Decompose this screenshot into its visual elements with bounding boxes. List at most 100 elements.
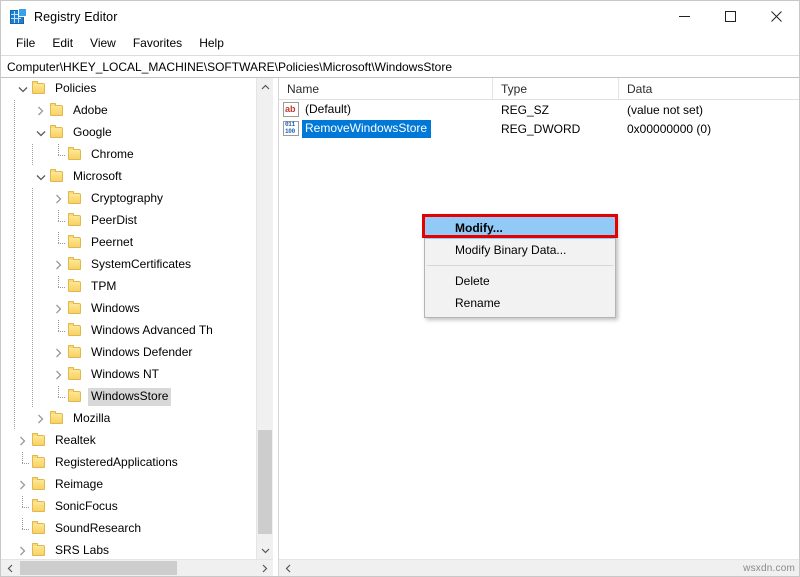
chevron-down-icon[interactable] bbox=[32, 166, 49, 188]
tree-horizontal-scrollbar[interactable] bbox=[1, 559, 273, 576]
tree-guide-line bbox=[14, 254, 15, 276]
folder-icon bbox=[67, 232, 84, 254]
tree-item-srs-labs[interactable]: SRS Labs bbox=[1, 540, 257, 559]
value-row[interactable]: 011100RemoveWindowsStoreREG_DWORD0x00000… bbox=[279, 119, 799, 138]
tree-item-realtek[interactable]: Realtek bbox=[1, 430, 257, 452]
minimize-button[interactable] bbox=[661, 1, 707, 32]
menu-edit[interactable]: Edit bbox=[44, 34, 82, 53]
column-header-type[interactable]: Type bbox=[493, 78, 619, 99]
tree-item-label: Windows bbox=[88, 300, 143, 318]
value-row[interactable]: ab(Default)REG_SZ(value not set) bbox=[279, 100, 799, 119]
tree-guide-line bbox=[32, 254, 33, 276]
title-bar: Registry Editor bbox=[1, 1, 799, 32]
tree-vertical-scrollbar[interactable] bbox=[256, 78, 273, 559]
chevron-right-icon[interactable] bbox=[32, 408, 49, 430]
scroll-left-button[interactable] bbox=[1, 560, 18, 576]
tree-item-cryptography[interactable]: Cryptography bbox=[1, 188, 257, 210]
values-scroll-left-button[interactable] bbox=[279, 560, 296, 576]
folder-icon bbox=[67, 386, 84, 408]
scroll-up-button[interactable] bbox=[257, 78, 273, 95]
tree-guide-line bbox=[32, 144, 33, 166]
tree-guide-line bbox=[14, 188, 15, 210]
tree-item-label: Policies bbox=[52, 80, 99, 98]
tree-item-tpm[interactable]: TPM bbox=[1, 276, 257, 298]
chevron-down-icon[interactable] bbox=[32, 122, 49, 144]
tree-item-label: Peernet bbox=[88, 234, 136, 252]
tree-indent bbox=[1, 166, 32, 188]
tree-item-windows-advanced-th[interactable]: Windows Advanced Th bbox=[1, 320, 257, 342]
tree-item-chrome[interactable]: Chrome bbox=[1, 144, 257, 166]
tree-scroll-thumb[interactable] bbox=[258, 430, 272, 534]
tree-item-policies[interactable]: Policies bbox=[1, 78, 257, 100]
scroll-down-button[interactable] bbox=[257, 542, 273, 559]
context-menu-item-rename[interactable]: Rename bbox=[425, 292, 615, 314]
tree-item-windows-nt[interactable]: Windows NT bbox=[1, 364, 257, 386]
menu-file[interactable]: File bbox=[8, 34, 44, 53]
folder-icon bbox=[67, 254, 84, 276]
tree-item-soundresearch[interactable]: SoundResearch bbox=[1, 518, 257, 540]
folder-icon bbox=[49, 122, 66, 144]
menu-favorites[interactable]: Favorites bbox=[125, 34, 191, 53]
folder-icon bbox=[31, 474, 48, 496]
tree-item-label: TPM bbox=[88, 278, 119, 296]
tree-item-peernet[interactable]: Peernet bbox=[1, 232, 257, 254]
folder-icon bbox=[31, 78, 48, 100]
close-icon bbox=[771, 11, 782, 22]
menu-view[interactable]: View bbox=[82, 34, 125, 53]
tree-item-mozilla[interactable]: Mozilla bbox=[1, 408, 257, 430]
tree-item-windows-defender[interactable]: Windows Defender bbox=[1, 342, 257, 364]
tree-item-microsoft[interactable]: Microsoft bbox=[1, 166, 257, 188]
tree-guide-line bbox=[14, 342, 15, 364]
tree-guide-line bbox=[32, 276, 33, 298]
tree-item-registeredapplications[interactable]: RegisteredApplications bbox=[1, 452, 257, 474]
value-name-label: RemoveWindowsStore bbox=[302, 120, 431, 138]
chevron-right-icon[interactable] bbox=[50, 188, 67, 210]
tree-item-sonicfocus[interactable]: SonicFocus bbox=[1, 496, 257, 518]
string-value-icon: ab bbox=[283, 102, 299, 117]
tree-item-windowsstore[interactable]: WindowsStore bbox=[1, 386, 257, 408]
chevron-right-icon[interactable] bbox=[50, 364, 67, 386]
tree-guide-line bbox=[32, 210, 33, 232]
tree-item-label: Cryptography bbox=[88, 190, 166, 208]
chevron-right-icon[interactable] bbox=[50, 254, 67, 276]
tree-connector bbox=[14, 496, 31, 518]
tree-indent bbox=[1, 540, 14, 559]
chevron-left-icon bbox=[285, 564, 291, 573]
tree-item-label: SonicFocus bbox=[52, 498, 121, 516]
tree-item-label: SystemCertificates bbox=[88, 256, 194, 274]
tree-item-google[interactable]: Google bbox=[1, 122, 257, 144]
chevron-right-icon[interactable] bbox=[50, 298, 67, 320]
chevron-right-icon[interactable] bbox=[14, 430, 31, 452]
tree-connector bbox=[50, 276, 67, 298]
folder-icon bbox=[67, 364, 84, 386]
values-horizontal-scrollbar[interactable] bbox=[279, 559, 799, 576]
maximize-button[interactable] bbox=[707, 1, 753, 32]
registry-editor-icon bbox=[10, 9, 26, 25]
context-menu: Modify...Modify Binary Data... DeleteRena… bbox=[424, 214, 616, 318]
chevron-right-icon[interactable] bbox=[14, 474, 31, 496]
chevron-right-icon[interactable] bbox=[50, 342, 67, 364]
context-menu-item-delete[interactable]: Delete bbox=[425, 270, 615, 292]
chevron-up-icon bbox=[261, 84, 270, 90]
menu-help[interactable]: Help bbox=[191, 34, 233, 53]
tree-guide-line bbox=[14, 364, 15, 386]
value-data-cell: (value not set) bbox=[619, 103, 799, 117]
chevron-right-icon[interactable] bbox=[32, 100, 49, 122]
tree-item-systemcertificates[interactable]: SystemCertificates bbox=[1, 254, 257, 276]
tree-indent bbox=[1, 298, 50, 320]
scroll-right-button[interactable] bbox=[256, 560, 273, 576]
context-menu-item-modify[interactable]: Modify... bbox=[425, 217, 615, 239]
tree-item-adobe[interactable]: Adobe bbox=[1, 100, 257, 122]
tree-item-peerdist[interactable]: PeerDist bbox=[1, 210, 257, 232]
context-menu-item-modify-binary-data[interactable]: Modify Binary Data... bbox=[425, 239, 615, 261]
tree-item-reimage[interactable]: Reimage bbox=[1, 474, 257, 496]
chevron-down-icon[interactable] bbox=[14, 78, 31, 100]
column-header-name[interactable]: Name bbox=[279, 78, 493, 99]
minimize-icon bbox=[679, 11, 690, 22]
tree-hscroll-thumb[interactable] bbox=[20, 561, 177, 575]
address-bar[interactable]: Computer\HKEY_LOCAL_MACHINE\SOFTWARE\Pol… bbox=[1, 55, 799, 78]
tree-item-windows[interactable]: Windows bbox=[1, 298, 257, 320]
close-button[interactable] bbox=[753, 1, 799, 32]
chevron-right-icon[interactable] bbox=[14, 540, 31, 559]
column-header-data[interactable]: Data bbox=[619, 78, 799, 99]
